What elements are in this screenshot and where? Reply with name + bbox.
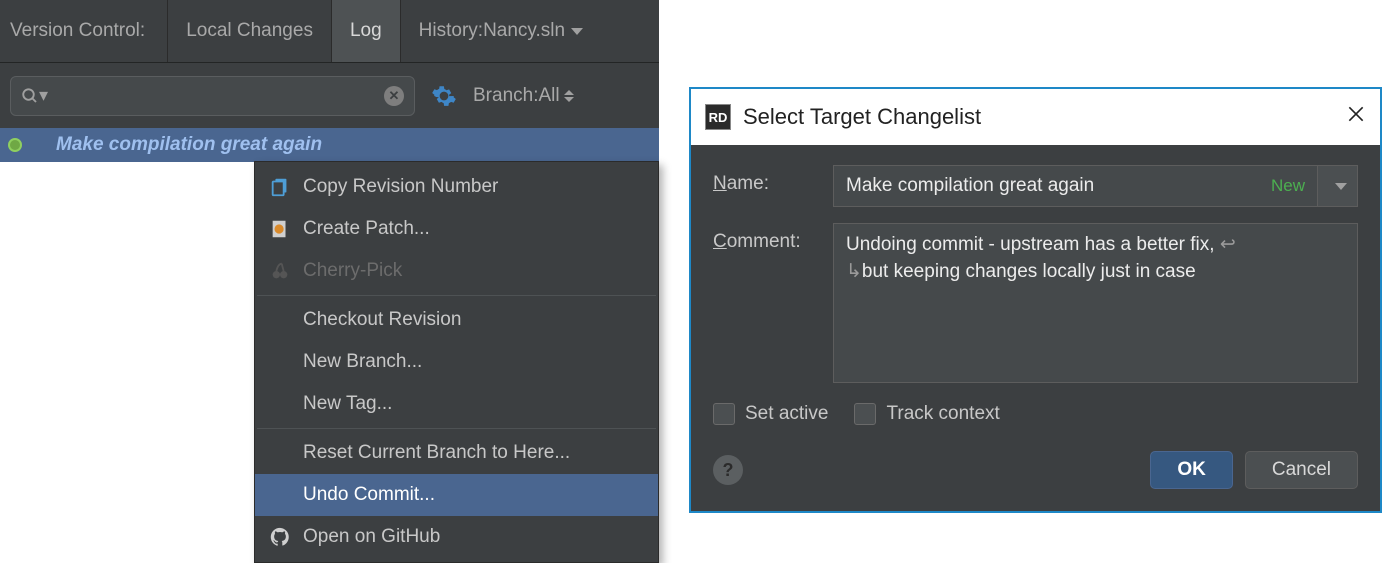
menu-create-patch-label: Create Patch... bbox=[303, 218, 430, 240]
chevron-down-icon bbox=[1335, 183, 1347, 190]
search-icon: ▾ bbox=[21, 85, 48, 106]
menu-separator bbox=[257, 428, 656, 429]
comment-line1: Undoing commit - upstream has a better f… bbox=[846, 234, 1215, 255]
menu-open-github[interactable]: Open on GitHub bbox=[255, 516, 658, 558]
copy-icon bbox=[267, 174, 293, 200]
menu-undo-commit[interactable]: Undo Commit... bbox=[255, 474, 658, 516]
tab-history-prefix: History: bbox=[419, 20, 483, 42]
menu-new-branch[interactable]: New Branch... bbox=[255, 341, 658, 383]
track-context-checkbox[interactable]: Track context bbox=[854, 403, 999, 425]
dialog-titlebar: RD Select Target Changelist bbox=[691, 89, 1380, 145]
menu-cherry-pick: Cherry-Pick bbox=[255, 250, 658, 292]
changelist-name-input[interactable]: Make compilation great again New bbox=[833, 165, 1318, 207]
menu-open-github-label: Open on GitHub bbox=[303, 526, 440, 548]
vc-header: Version Control: Local Changes Log Histo… bbox=[0, 0, 659, 63]
menu-cherry-pick-label: Cherry-Pick bbox=[303, 260, 402, 282]
wrap-indicator-icon: ↩ bbox=[1215, 234, 1236, 255]
changelist-name-dropdown[interactable] bbox=[1318, 165, 1358, 207]
menu-new-tag-label: New Tag... bbox=[303, 393, 392, 415]
app-logo-icon: RD bbox=[705, 104, 731, 130]
checkbox-icon bbox=[713, 403, 735, 425]
github-icon bbox=[267, 524, 293, 550]
name-label: Name: bbox=[713, 165, 833, 207]
tab-history-file: Nancy.sln bbox=[483, 20, 565, 42]
dialog-checkboxes: Set active Track context bbox=[713, 399, 1358, 435]
branch-filter-label: Branch: bbox=[473, 85, 538, 107]
gear-icon[interactable] bbox=[431, 83, 457, 109]
cancel-button[interactable]: Cancel bbox=[1245, 451, 1358, 489]
menu-create-patch[interactable]: Create Patch... bbox=[255, 208, 658, 250]
changelist-name-value: Make compilation great again bbox=[846, 175, 1094, 197]
log-search-input[interactable]: ▾ ✕ bbox=[10, 76, 415, 116]
menu-reset-branch-label: Reset Current Branch to Here... bbox=[303, 442, 570, 464]
menu-reset-branch[interactable]: Reset Current Branch to Here... bbox=[255, 432, 658, 474]
dialog-body: Name: Make compilation great again New C… bbox=[691, 145, 1380, 445]
comment-line2: but keeping changes locally just in case bbox=[862, 261, 1196, 282]
checkbox-icon bbox=[854, 403, 876, 425]
vc-title: Version Control: bbox=[0, 0, 167, 62]
commit-row[interactable]: Make compilation great again bbox=[0, 128, 659, 162]
branch-filter-value: All bbox=[538, 85, 559, 107]
menu-new-tag[interactable]: New Tag... bbox=[255, 383, 658, 425]
close-icon[interactable] bbox=[1346, 104, 1366, 130]
new-badge: New bbox=[1271, 176, 1305, 196]
clear-search-icon[interactable]: ✕ bbox=[384, 86, 404, 106]
commit-message: Make compilation great again bbox=[56, 134, 322, 156]
comment-textarea[interactable]: Undoing commit - upstream has a better f… bbox=[833, 223, 1358, 383]
menu-separator bbox=[257, 295, 656, 296]
chevron-down-icon bbox=[571, 28, 583, 35]
commit-node-icon bbox=[8, 138, 22, 152]
vc-toolbar: ▾ ✕ Branch: All bbox=[0, 63, 659, 128]
branch-filter[interactable]: Branch: All bbox=[473, 85, 574, 107]
cherry-icon bbox=[267, 258, 293, 284]
set-active-label: Set active bbox=[745, 403, 828, 425]
menu-checkout-revision-label: Checkout Revision bbox=[303, 309, 461, 331]
comment-label: Comment: bbox=[713, 223, 833, 383]
menu-checkout-revision[interactable]: Checkout Revision bbox=[255, 299, 658, 341]
help-icon[interactable]: ? bbox=[713, 455, 743, 485]
dialog-footer: ? OK Cancel bbox=[691, 445, 1380, 511]
commit-context-menu: Copy Revision Number Create Patch... Che… bbox=[254, 161, 659, 563]
select-target-changelist-dialog: RD Select Target Changelist Name: Make c… bbox=[689, 87, 1382, 513]
track-context-label: Track context bbox=[886, 403, 999, 425]
menu-new-branch-label: New Branch... bbox=[303, 351, 422, 373]
wrap-continuation-icon: ↳ bbox=[846, 261, 862, 282]
menu-copy-revision[interactable]: Copy Revision Number bbox=[255, 166, 658, 208]
dialog-title: Select Target Changelist bbox=[743, 104, 981, 130]
menu-copy-revision-label: Copy Revision Number bbox=[303, 176, 498, 198]
patch-icon bbox=[267, 216, 293, 242]
ok-button[interactable]: OK bbox=[1150, 451, 1233, 489]
menu-undo-commit-label: Undo Commit... bbox=[303, 484, 435, 506]
sort-arrows-icon bbox=[564, 90, 574, 102]
set-active-checkbox[interactable]: Set active bbox=[713, 403, 828, 425]
tab-local-changes[interactable]: Local Changes bbox=[167, 0, 331, 62]
tab-history[interactable]: History: Nancy.sln bbox=[400, 0, 601, 62]
tab-log[interactable]: Log bbox=[331, 0, 400, 62]
